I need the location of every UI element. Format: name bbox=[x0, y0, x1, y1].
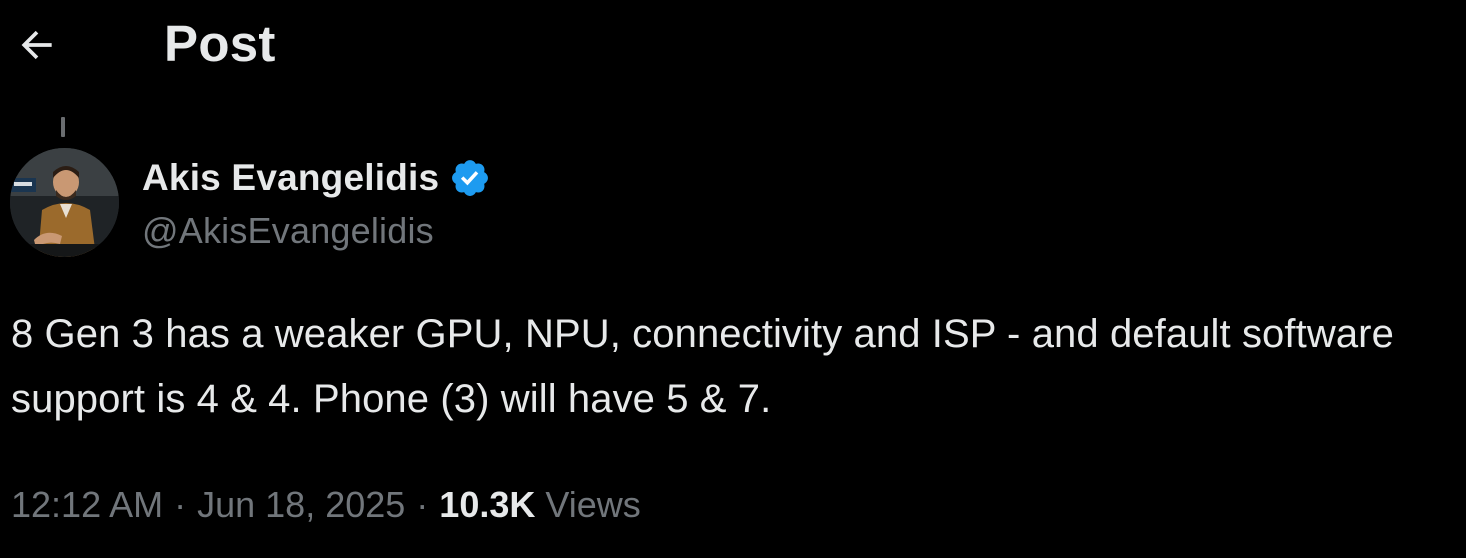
separator-dot: · bbox=[174, 484, 187, 525]
avatar-photo bbox=[10, 148, 119, 257]
author-name[interactable]: Akis Evangelidis bbox=[142, 154, 439, 202]
top-bar: Post bbox=[0, 0, 1466, 90]
arrow-left-icon bbox=[21, 30, 52, 60]
post-meta: 12:12 AM · Jun 18, 2025 · 10.3K Views bbox=[11, 479, 641, 531]
back-button[interactable] bbox=[14, 22, 60, 68]
thread-connector-line bbox=[61, 117, 65, 137]
views-label: Views bbox=[545, 484, 641, 525]
post-text: 8 Gen 3 has a weaker GPU, NPU, connectiv… bbox=[11, 312, 1394, 421]
separator-dot: · bbox=[416, 484, 429, 525]
author-name-row: Akis Evangelidis bbox=[142, 152, 493, 204]
page-title: Post bbox=[164, 15, 276, 72]
post-time[interactable]: 12:12 AM bbox=[11, 480, 163, 530]
verified-badge-icon[interactable] bbox=[447, 155, 493, 201]
post-date[interactable]: Jun 18, 2025 bbox=[197, 480, 405, 530]
avatar[interactable] bbox=[10, 148, 119, 257]
views-count[interactable]: 10.3K bbox=[439, 480, 535, 530]
author-handle[interactable]: @AkisEvangelidis bbox=[142, 208, 434, 254]
